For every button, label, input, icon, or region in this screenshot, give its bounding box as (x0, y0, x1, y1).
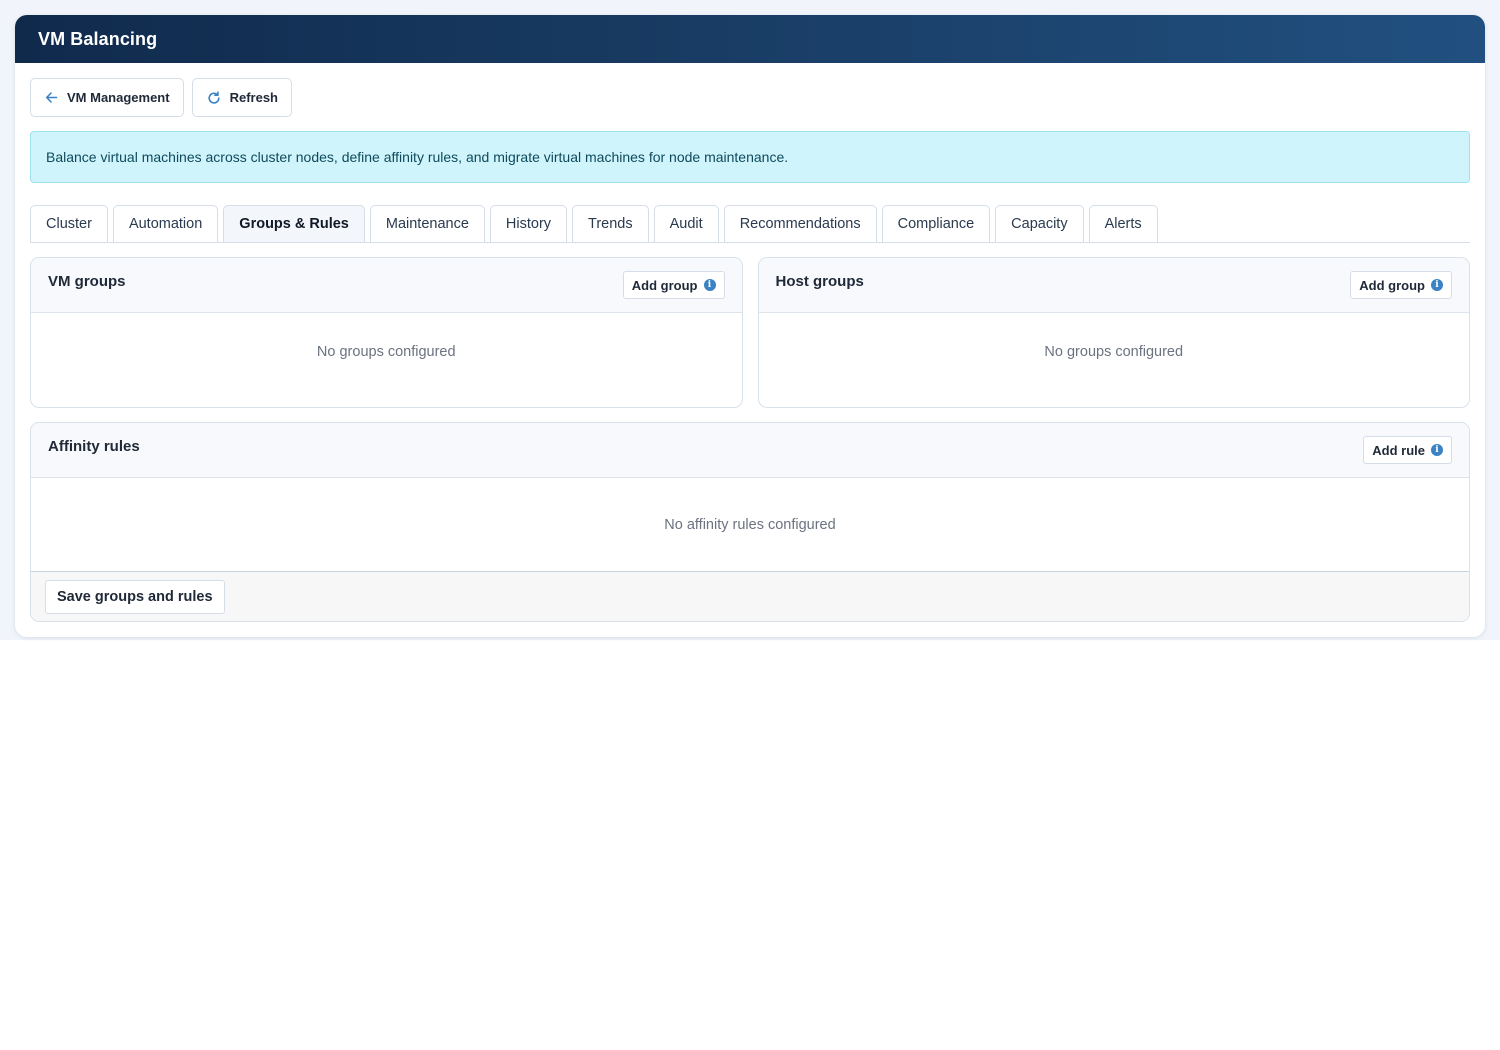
affinity-rules-panel: Affinity rules Add rule i No affinity ru… (30, 422, 1470, 622)
tab-label: Capacity (1011, 216, 1068, 232)
tab-label: Compliance (897, 216, 975, 232)
refresh-label: Refresh (229, 90, 278, 105)
info-banner: Balance virtual machines across cluster … (30, 131, 1470, 183)
save-groups-rules-button[interactable]: Save groups and rules (45, 580, 225, 614)
tab-label: Maintenance (385, 216, 469, 232)
host-groups-header: Host groups Add group i (758, 258, 1469, 313)
vm-groups-title: VM groups (48, 273, 126, 290)
title-bar: VM Balancing (15, 15, 1485, 63)
tab-label: Alerts (1104, 216, 1142, 232)
refresh-icon (207, 90, 221, 105)
vm-groups-panel: VM groups Add group i No groups configur… (30, 257, 743, 408)
tab-trends[interactable]: Trends (572, 205, 649, 242)
host-groups-panel: Host groups Add group i No groups config… (757, 257, 1470, 408)
vm-management-label: VM Management (67, 90, 170, 105)
tab-label: Automation (128, 216, 203, 232)
info-icon[interactable]: i (1431, 279, 1443, 291)
add-vm-group-label: Add group (631, 277, 698, 293)
add-host-group-button[interactable]: Add group i (1350, 271, 1452, 299)
affinity-rules-title: Affinity rules (48, 438, 140, 455)
affinity-rules-footer: Save groups and rules (31, 571, 1469, 621)
info-banner-text: Balance virtual machines across cluster … (46, 149, 789, 165)
tab-bar: Cluster Automation Groups & Rules Mainte… (30, 205, 1470, 243)
host-groups-title: Host groups (775, 273, 864, 290)
tab-label: Groups & Rules (239, 216, 349, 232)
host-groups-empty-message: No groups configured (1044, 344, 1184, 360)
tab-label: History (505, 216, 552, 232)
page-title: VM Balancing (38, 28, 158, 49)
tab-label: Cluster (46, 216, 92, 232)
add-host-group-label: Add group (1359, 277, 1425, 293)
vm-balancing-window: VM Balancing VM Management Refresh Balan… (15, 15, 1485, 637)
tab-groups-rules[interactable]: Groups & Rules (223, 205, 365, 242)
toolbar: VM Management Refresh (30, 78, 1470, 119)
info-icon[interactable]: i (703, 279, 716, 291)
tab-capacity[interactable]: Capacity (995, 205, 1084, 242)
tab-recommendations[interactable]: Recommendations (723, 205, 877, 242)
add-rule-button[interactable]: Add rule i (1363, 436, 1452, 464)
vm-groups-header: VM groups Add group i (31, 258, 742, 313)
vm-groups-empty-message: No groups configured (316, 344, 456, 360)
main-content: VM Management Refresh Balance virtual ma… (15, 63, 1485, 622)
tab-label: Recommendations (739, 216, 861, 232)
affinity-rules-header: Affinity rules Add rule i (31, 423, 1469, 478)
tab-compliance[interactable]: Compliance (881, 205, 991, 242)
tab-label: Audit (669, 216, 703, 232)
tab-history[interactable]: History (489, 205, 568, 242)
tab-maintenance[interactable]: Maintenance (369, 205, 485, 242)
info-icon[interactable]: i (1431, 444, 1443, 456)
arrow-left-icon (45, 91, 58, 104)
vm-management-button[interactable]: VM Management (30, 78, 184, 117)
tab-alerts[interactable]: Alerts (1088, 205, 1158, 242)
groups-row: VM groups Add group i No groups configur… (30, 257, 1470, 408)
tab-audit[interactable]: Audit (653, 205, 719, 242)
add-rule-label: Add rule (1372, 442, 1425, 458)
add-vm-group-button[interactable]: Add group i (622, 271, 725, 299)
tab-automation[interactable]: Automation (112, 205, 219, 242)
refresh-button[interactable]: Refresh (191, 78, 292, 117)
tab-label: Trends (588, 216, 633, 232)
affinity-rules-empty-message: No affinity rules configured (664, 516, 836, 533)
tab-cluster[interactable]: Cluster (30, 205, 108, 242)
